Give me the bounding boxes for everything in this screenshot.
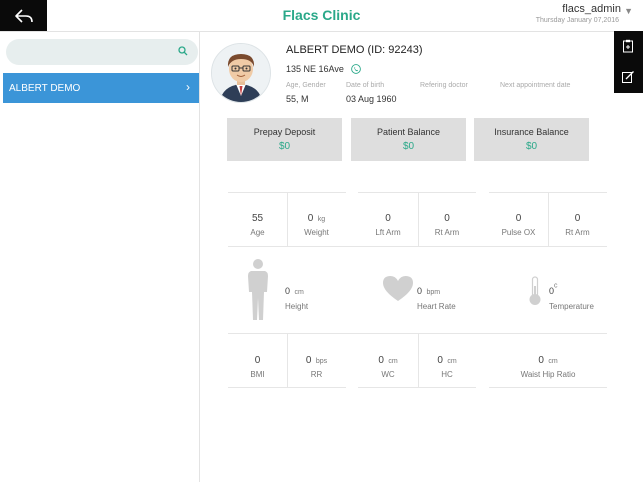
metric-unit: cm bbox=[447, 358, 457, 365]
top-bar: Flacs Clinic flacs_admin ▼ Thursday Janu… bbox=[0, 0, 643, 32]
vital-value: 0 bbox=[285, 286, 291, 296]
age-gender-label: Age, Gender bbox=[286, 82, 326, 89]
metric-right-arm-2[interactable]: 0 Rt Arm bbox=[548, 208, 607, 237]
divider bbox=[228, 387, 346, 388]
referring-doctor-label: Refering doctor bbox=[420, 82, 468, 89]
balance-value: $0 bbox=[402, 141, 415, 152]
patient-list-item-label: ALBERT DEMO bbox=[9, 82, 81, 94]
search-bar[interactable] bbox=[6, 39, 198, 65]
patient-sidebar: ALBERT DEMO › bbox=[0, 32, 200, 482]
metric-unit: cm bbox=[388, 358, 398, 365]
vital-height[interactable]: 0 cm Height bbox=[285, 281, 308, 311]
metric-left-arm[interactable]: 0 Lft Arm bbox=[358, 208, 418, 237]
metric-pulse-ox[interactable]: 0 Pulse OX bbox=[489, 208, 548, 237]
clipboard-icon[interactable] bbox=[621, 39, 635, 53]
thermometer-icon bbox=[529, 276, 541, 305]
search-icon[interactable] bbox=[178, 46, 188, 56]
metric-value: 0 bbox=[444, 213, 450, 224]
balance-title: Insurance Balance bbox=[494, 127, 569, 137]
vital-value: 0 bbox=[417, 286, 423, 296]
divider bbox=[358, 192, 476, 193]
next-appointment-label: Next appointment date bbox=[500, 82, 571, 89]
edit-note-icon[interactable] bbox=[621, 70, 635, 84]
vital-label: Heart Rate bbox=[417, 302, 456, 311]
balance-value: $0 bbox=[525, 141, 538, 152]
metric-value: 0 bbox=[385, 213, 391, 224]
metric-value: 0 bbox=[305, 355, 312, 366]
vital-label: Temperature bbox=[549, 302, 594, 311]
balance-title: Prepay Deposit bbox=[253, 127, 316, 137]
metric-unit: kg bbox=[317, 216, 326, 223]
metric-value: 0 bbox=[254, 355, 261, 366]
metric-hc[interactable]: 0 cm HC bbox=[418, 350, 476, 379]
metric-right-arm[interactable]: 0 Rt Arm bbox=[418, 208, 476, 237]
metric-value: 0 bbox=[515, 213, 522, 224]
metric-value: 0 bbox=[538, 355, 544, 366]
metric-unit: bps bbox=[315, 358, 328, 365]
age-gender-value: 55, M bbox=[286, 94, 309, 104]
metric-label: RR bbox=[310, 370, 323, 379]
vital-unit: cm bbox=[294, 289, 304, 296]
metric-age[interactable]: 55 Age bbox=[228, 208, 287, 237]
body-silhouette-icon bbox=[248, 259, 268, 320]
heart-icon bbox=[383, 276, 413, 301]
current-date: Thursday January 07,2016 bbox=[535, 17, 619, 24]
metric-waist-hip-ratio[interactable]: 0 cm Waist Hip Ratio bbox=[489, 350, 607, 379]
metric-bmi[interactable]: 0 BMI bbox=[228, 350, 287, 379]
chevron-right-icon: › bbox=[186, 80, 190, 94]
vital-unit: c bbox=[554, 282, 558, 290]
metric-label: Waist Hip Ratio bbox=[520, 370, 576, 379]
divider bbox=[489, 387, 607, 388]
metric-value: 0 bbox=[574, 213, 581, 224]
metric-label: BMI bbox=[250, 370, 265, 379]
vital-unit: bpm bbox=[426, 289, 441, 296]
patient-name-title: ALBERT DEMO (ID: 92243) bbox=[286, 44, 423, 56]
metric-value: 0 bbox=[378, 355, 384, 366]
metric-value: 0 bbox=[307, 213, 314, 224]
metric-label: Weight bbox=[304, 228, 329, 237]
avatar bbox=[211, 43, 271, 103]
phone-icon[interactable] bbox=[351, 64, 361, 74]
patient-address: 135 NE 16Ave bbox=[286, 64, 344, 74]
metric-label: HC bbox=[441, 370, 453, 379]
metric-wc[interactable]: 0 cm WC bbox=[358, 350, 418, 379]
balance-value: $0 bbox=[278, 141, 291, 152]
vital-label: Height bbox=[285, 302, 309, 311]
divider bbox=[228, 246, 607, 247]
metric-unit: cm bbox=[548, 358, 558, 365]
patient-avatar-icon bbox=[212, 44, 270, 102]
caret-down-icon[interactable]: ▼ bbox=[624, 6, 633, 16]
user-menu-name[interactable]: flacs_admin bbox=[562, 3, 621, 15]
vital-heart-rate[interactable]: 0 bpm Heart Rate bbox=[417, 281, 456, 311]
metric-label: Rt Arm bbox=[434, 228, 460, 237]
prepay-deposit-card[interactable]: Prepay Deposit $0 bbox=[227, 118, 342, 161]
vital-temperature[interactable]: 0c Temperature bbox=[549, 281, 594, 311]
search-input[interactable] bbox=[16, 39, 170, 65]
metric-label: Age bbox=[250, 228, 265, 237]
metric-rr[interactable]: 0 bps RR bbox=[287, 350, 346, 379]
divider bbox=[358, 387, 476, 388]
balance-title: Patient Balance bbox=[376, 127, 441, 137]
patient-list-item[interactable]: ALBERT DEMO › bbox=[3, 73, 199, 103]
patient-balance-card[interactable]: Patient Balance $0 bbox=[351, 118, 466, 161]
metric-label: Lft Arm bbox=[375, 228, 401, 237]
dob-label: Date of birth bbox=[346, 82, 385, 89]
metric-weight[interactable]: 0 kg Weight bbox=[287, 208, 346, 237]
metric-label: WC bbox=[381, 370, 395, 379]
metric-label: Pulse OX bbox=[501, 228, 536, 237]
metric-value: 55 bbox=[251, 213, 264, 224]
dob-value: 03 Aug 1960 bbox=[346, 94, 397, 104]
insurance-balance-card[interactable]: Insurance Balance $0 bbox=[474, 118, 589, 161]
metric-label: Rt Arm bbox=[565, 228, 590, 237]
metric-value: 0 bbox=[437, 355, 443, 366]
right-toolbar bbox=[614, 31, 643, 93]
